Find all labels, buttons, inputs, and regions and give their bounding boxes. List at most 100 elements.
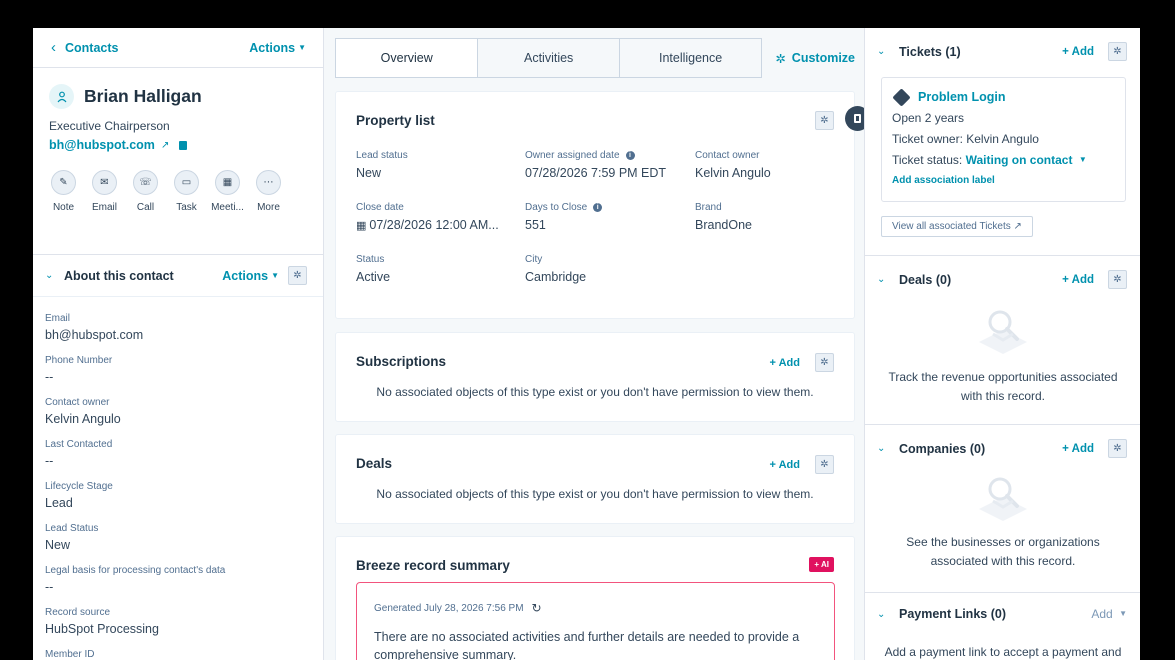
property-cell[interactable]: Owner assigned date i 07/28/2026 7:59 PM E… (525, 150, 695, 180)
quick-action-pencil[interactable]: ✎ Note (45, 170, 82, 213)
property-field[interactable]: Lifecycle Stage Lead (45, 481, 311, 510)
companies-title: Companies (0) (899, 441, 986, 456)
right-deals-section: ⌄ Deals (0) + Add ✲ Track the revenue op… (865, 256, 1140, 425)
chevron-down-icon[interactable]: ⌄ (877, 443, 899, 454)
calendar-icon: ▦ (215, 170, 240, 195)
quick-action-phone[interactable]: ☏ Call (127, 170, 164, 213)
back-label: Contacts (65, 40, 119, 55)
property-value: 07/28/2026 7:59 PM EDT (525, 166, 667, 180)
caret-down-icon: ▼ (271, 270, 279, 280)
breeze-title: Breeze record summary (356, 558, 510, 573)
property-cell[interactable]: Days to Close i 551 (525, 202, 695, 232)
property-cell[interactable]: Lead status New (356, 150, 525, 180)
property-cell[interactable]: Status Active (356, 254, 525, 284)
gear-icon[interactable]: ✲ (288, 266, 307, 285)
add-subscription-button[interactable]: + Add (770, 357, 800, 369)
quick-action-ellipsis[interactable]: ⋯ More (250, 170, 287, 213)
add-payment-link-dropdown[interactable]: Add ▼ (1091, 607, 1127, 621)
tickets-section: ⌄ Tickets (1) + Add ✲ Problem Login Open… (865, 28, 1140, 256)
property-value: BrandOne (695, 218, 752, 232)
property-value: New (356, 166, 382, 180)
ticket-name-link[interactable]: Problem Login (918, 90, 1006, 104)
back-to-contacts-link[interactable]: ‹ Contacts (51, 39, 118, 56)
property-field[interactable]: Legal basis for processing contact's dat… (45, 565, 311, 594)
calendar-icon: ▦ (356, 220, 367, 232)
caret-down-icon: ▼ (1119, 609, 1127, 618)
add-company-button[interactable]: + Add (1062, 443, 1094, 455)
property-cell[interactable]: Brand BrandOne (695, 202, 845, 232)
view-all-label: View all associated Tickets (892, 221, 1011, 232)
quick-action-label: Meeti... (211, 202, 244, 213)
property-field[interactable]: Contact owner Kelvin Angulo (45, 397, 311, 426)
quick-action-calendar[interactable]: ▦ Meeti... (209, 170, 246, 213)
property-field[interactable]: Email bh@hubspot.com (45, 313, 311, 342)
quick-action-label: Email (91, 202, 117, 213)
summary-box: Generated July 28, 2026 7:56 PM ↻ There … (356, 582, 835, 660)
property-field[interactable]: Member ID (45, 649, 311, 660)
property-label: Last Contacted (45, 439, 113, 450)
chevron-left-icon: ‹ (51, 39, 56, 56)
info-icon[interactable]: i (625, 151, 635, 160)
quick-action-envelope[interactable]: ✉ Email (86, 170, 123, 213)
info-icon[interactable]: i (593, 203, 603, 212)
generated-timestamp: Generated July 28, 2026 7:56 PM (374, 602, 524, 614)
property-value: Cambridge (525, 270, 587, 284)
chevron-down-icon[interactable]: ⌄ (877, 609, 899, 620)
property-cell[interactable]: City Cambridge (525, 254, 695, 284)
avatar[interactable] (49, 84, 74, 109)
about-section-header[interactable]: ⌄ About this contact Actions ▼ ✲ (33, 255, 323, 297)
property-field[interactable]: Last Contacted -- (45, 439, 311, 468)
property-field[interactable]: Record source HubSpot Processing (45, 607, 311, 636)
task-icon: ▭ (174, 170, 199, 195)
add-deal-button[interactable]: + Add (770, 459, 800, 471)
companies-empty-message: See the businesses or organizations asso… (906, 535, 1100, 569)
right-sidebar: ⌄ Tickets (1) + Add ✲ Problem Login Open… (864, 28, 1140, 660)
property-value: -- (45, 580, 54, 594)
ticket-icon (892, 87, 911, 107)
ticket-status-dropdown[interactable]: Waiting on contact ▼ (966, 153, 1087, 167)
property-label: Status (356, 254, 385, 265)
gear-icon[interactable]: ✲ (1108, 439, 1127, 458)
add-association-label-link[interactable]: Add association label (892, 175, 1115, 186)
actions-label: Actions (249, 40, 296, 55)
property-value: -- (45, 454, 54, 468)
breeze-summary-card: Breeze record summary + AI Generated Jul… (335, 536, 855, 660)
middle-column: Overview Activities Intelligence ✲ Custo… (335, 38, 855, 660)
tab-overview[interactable]: Overview (335, 38, 479, 78)
view-all-tickets-button[interactable]: View all associated Tickets ↗ (881, 216, 1033, 237)
chevron-down-icon: ⌄ (45, 270, 54, 281)
gear-icon[interactable]: ✲ (1108, 42, 1127, 61)
property-value: New (45, 538, 71, 552)
chevron-down-icon[interactable]: ⌄ (877, 46, 899, 57)
copy-icon[interactable] (179, 140, 188, 150)
property-field[interactable]: Phone Number -- (45, 355, 311, 384)
add-ticket-button[interactable]: + Add (1062, 46, 1094, 58)
add-deal-button[interactable]: + Add (1062, 274, 1094, 286)
contact-email-link[interactable]: bh@hubspot.com (49, 138, 155, 152)
property-value: -- (45, 370, 54, 384)
deals-empty-message: No associated objects of this type exist… (376, 487, 814, 501)
actions-dropdown[interactable]: Actions ▼ (249, 41, 306, 55)
gear-icon[interactable]: ✲ (815, 111, 834, 130)
gear-icon[interactable]: ✲ (1108, 270, 1127, 289)
regenerate-icon[interactable]: ↻ (532, 601, 542, 615)
envelope-icon: ✉ (92, 170, 117, 195)
empty-state-illustration-icon (979, 477, 1027, 521)
gear-icon[interactable]: ✲ (815, 455, 834, 474)
tab-activities[interactable]: Activities (477, 38, 620, 78)
about-actions-label: Actions (222, 268, 269, 283)
property-cell[interactable]: Close date ▦ 07/28/2026 12:00 AM... (356, 202, 525, 232)
external-link-icon[interactable]: ↗ (161, 140, 169, 151)
chevron-down-icon[interactable]: ⌄ (877, 274, 899, 285)
payment-links-section: ⌄ Payment Links (0) Add ▼ Add a payment … (865, 593, 1140, 660)
property-field[interactable]: Lead Status New (45, 523, 311, 552)
about-actions-dropdown[interactable]: Actions ▼ (222, 269, 279, 283)
customize-button[interactable]: ✲ Customize (775, 38, 855, 78)
ticket-status-value: Waiting on contact (965, 153, 1073, 167)
property-label: Owner assigned date (525, 150, 620, 161)
tab-intelligence[interactable]: Intelligence (618, 38, 763, 78)
quick-action-task[interactable]: ▭ Task (168, 170, 205, 213)
property-cell[interactable]: Contact owner Kelvin Angulo (695, 150, 845, 180)
subscriptions-empty-message: No associated objects of this type exist… (376, 385, 814, 399)
gear-icon[interactable]: ✲ (815, 353, 834, 372)
